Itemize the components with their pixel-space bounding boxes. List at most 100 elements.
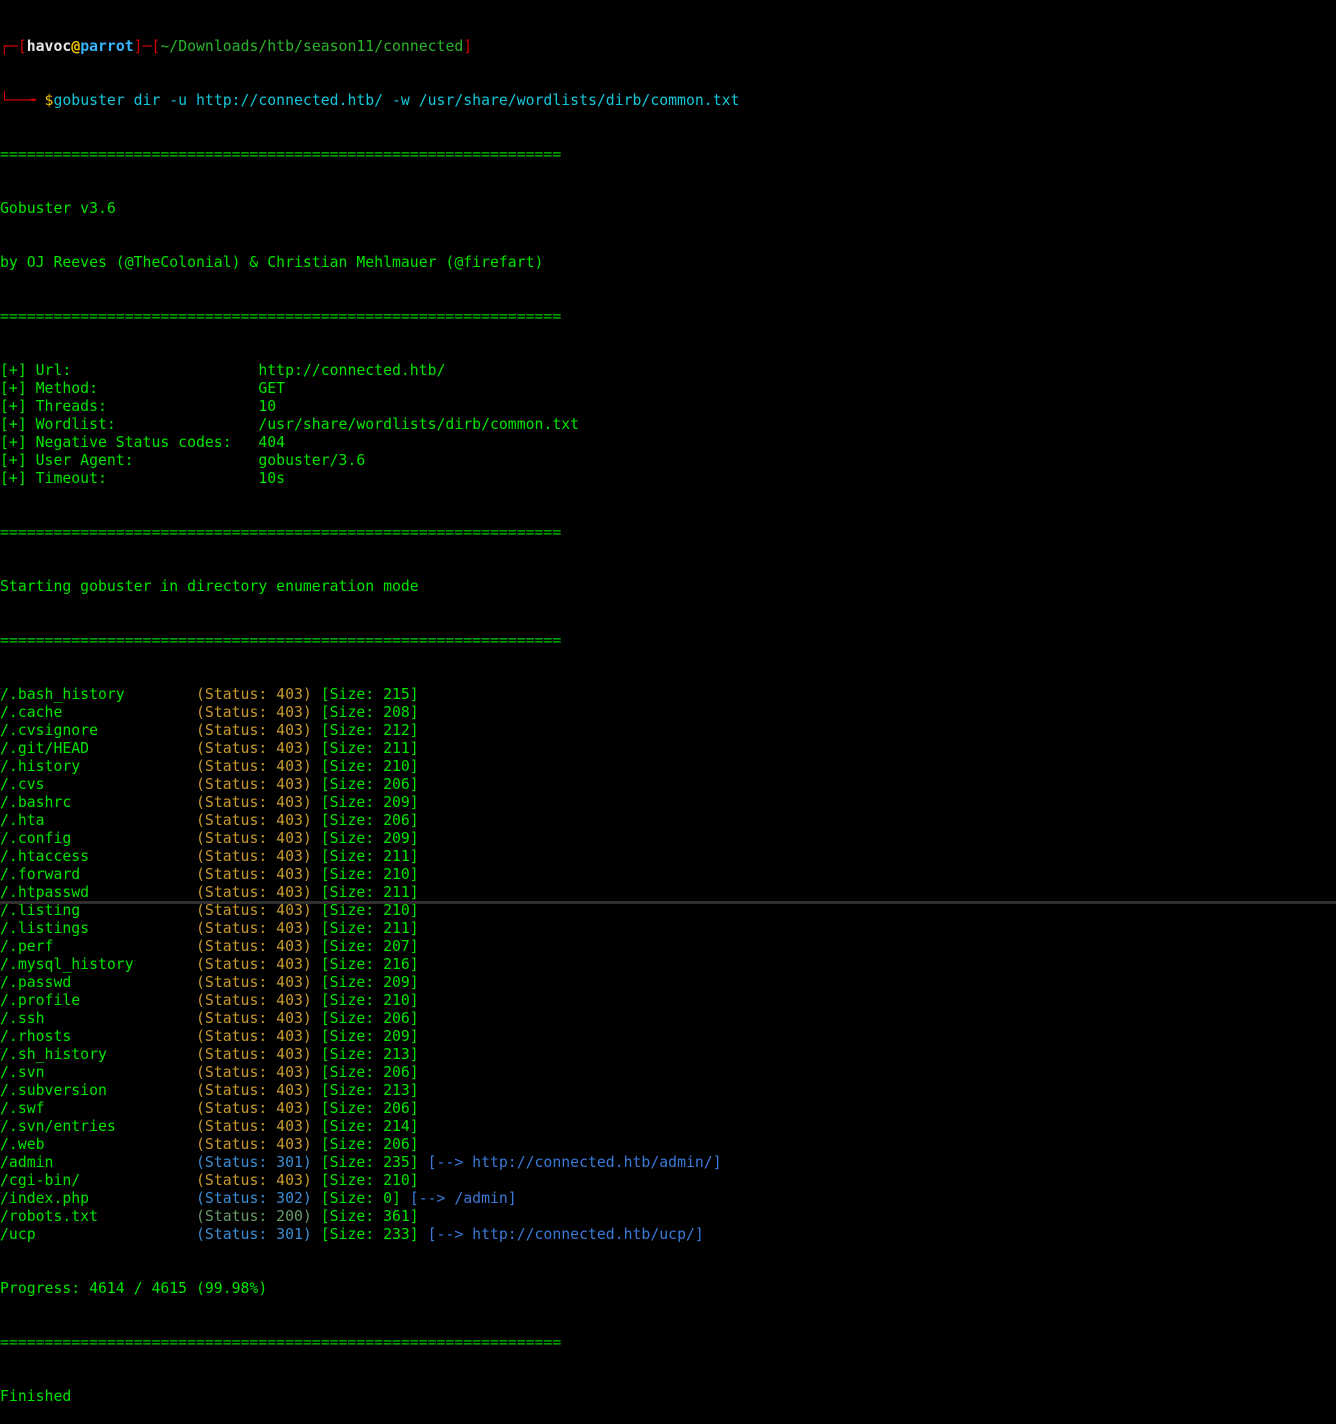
result-status: (Status: 301) <box>196 1226 312 1243</box>
result-status: (Status: 403) <box>196 1028 312 1045</box>
result-size: [Size: 211] <box>311 740 419 757</box>
result-row: /.passwd (Status: 403) [Size: 209] <box>0 974 1336 992</box>
results-block: /.bash_history (Status: 403) [Size: 215]… <box>0 686 1336 1244</box>
result-status: (Status: 403) <box>196 1010 312 1027</box>
config-label: [+] User Agent: <box>0 452 259 469</box>
result-row: /.cache (Status: 403) [Size: 208] <box>0 704 1336 722</box>
result-size: [Size: 212] <box>311 722 419 739</box>
config-line: [+] Timeout: 10s <box>0 470 1336 488</box>
config-label: [+] Url: <box>0 362 259 379</box>
progress-line: Progress: 4614 / 4615 (99.98%) <box>0 1280 268 1297</box>
result-row: /.git/HEAD (Status: 403) [Size: 211] <box>0 740 1336 758</box>
config-line: [+] User Agent: gobuster/3.6 <box>0 452 1336 470</box>
result-status: (Status: 403) <box>196 884 312 901</box>
result-row: /.sh_history (Status: 403) [Size: 213] <box>0 1046 1336 1064</box>
result-path: /ucp <box>0 1226 196 1243</box>
config-value: 10s <box>258 470 286 487</box>
result-status: (Status: 403) <box>196 758 312 775</box>
result-size: [Size: 210] <box>311 758 419 775</box>
result-size: [Size: 206] <box>311 1100 419 1117</box>
result-path: /.svn/entries <box>0 1118 196 1135</box>
result-size: [Size: 209] <box>311 974 419 991</box>
banner-authors: by OJ Reeves (@TheColonial) & Christian … <box>0 254 544 271</box>
result-path: /.cache <box>0 704 196 721</box>
result-size: [Size: 206] <box>311 1136 419 1153</box>
terminal-output[interactable]: ┌─[havoc@parrot]─[~/Downloads/htb/season… <box>0 2 1336 1424</box>
result-row: /admin (Status: 301) [Size: 235] [--> ht… <box>0 1154 1336 1172</box>
result-row: /.bashrc (Status: 403) [Size: 209] <box>0 794 1336 812</box>
config-value: 10 <box>258 398 277 415</box>
result-path: /.web <box>0 1136 196 1153</box>
result-size: [Size: 209] <box>311 830 419 847</box>
command-text: gobuster dir -u http://connected.htb/ -w… <box>53 92 740 109</box>
result-row: /.svn/entries (Status: 403) [Size: 214] <box>0 1118 1336 1136</box>
result-status: (Status: 403) <box>196 1046 312 1063</box>
prompt-line-top: ┌─[havoc@parrot]─[~/Downloads/htb/season… <box>0 38 1336 56</box>
result-status: (Status: 403) <box>196 686 312 703</box>
prompt-corner-bottom: └──╼ <box>0 92 45 109</box>
result-status: (Status: 301) <box>196 1154 312 1171</box>
config-label: [+] Timeout: <box>0 470 259 487</box>
result-row: /.cvsignore (Status: 403) [Size: 212] <box>0 722 1336 740</box>
config-line: [+] Method: GET <box>0 380 1336 398</box>
result-status: (Status: 403) <box>196 1064 312 1081</box>
result-path: /.bashrc <box>0 794 196 811</box>
result-status: (Status: 403) <box>196 938 312 955</box>
result-path: /.passwd <box>0 974 196 991</box>
result-size: [Size: 210] <box>311 1172 419 1189</box>
result-status: (Status: 403) <box>196 1172 312 1189</box>
prompt-user: havoc <box>26 38 72 55</box>
result-size: [Size: 208] <box>311 704 419 721</box>
result-path: /.forward <box>0 866 196 883</box>
result-path: /.config <box>0 830 196 847</box>
result-path: /.subversion <box>0 1082 196 1099</box>
result-size: [Size: 206] <box>311 776 419 793</box>
prompt-at: @ <box>71 38 81 55</box>
result-size: [Size: 211] <box>311 848 419 865</box>
config-value: GET <box>258 380 286 397</box>
result-status: (Status: 403) <box>196 920 312 937</box>
result-path: /.listings <box>0 920 196 937</box>
result-row: /.history (Status: 403) [Size: 210] <box>0 758 1336 776</box>
prompt-host: parrot <box>80 38 134 55</box>
result-status: (Status: 302) <box>196 1190 312 1207</box>
prompt-line-command: └──╼ $gobuster dir -u http://connected.h… <box>0 92 1336 110</box>
result-status: (Status: 403) <box>196 974 312 991</box>
prompt-close: ] <box>463 38 473 55</box>
config-line: [+] Url: http://connected.htb/ <box>0 362 1336 380</box>
result-status: (Status: 403) <box>196 902 312 919</box>
result-row: /.config (Status: 403) [Size: 209] <box>0 830 1336 848</box>
result-path: /.profile <box>0 992 196 1009</box>
result-status: (Status: 403) <box>196 1136 312 1153</box>
result-size: [Size: 207] <box>311 938 419 955</box>
result-status: (Status: 403) <box>196 776 312 793</box>
result-redirect: [--> /admin] <box>400 1190 517 1207</box>
result-row: /.htaccess (Status: 403) [Size: 211] <box>0 848 1336 866</box>
mode-line: Starting gobuster in directory enumerati… <box>0 578 419 595</box>
result-row: /.hta (Status: 403) [Size: 206] <box>0 812 1336 830</box>
result-path: /.bash_history <box>0 686 196 703</box>
prompt-mid: ]─[ <box>133 38 161 55</box>
result-size: [Size: 233] <box>311 1226 419 1243</box>
result-size: [Size: 210] <box>311 866 419 883</box>
result-row: /.perf (Status: 403) [Size: 207] <box>0 938 1336 956</box>
result-row: /.listing (Status: 403) [Size: 210] <box>0 902 1336 920</box>
result-path: /.hta <box>0 812 196 829</box>
config-label: [+] Wordlist: <box>0 416 259 433</box>
result-path: /.cvs <box>0 776 196 793</box>
result-row: /.listings (Status: 403) [Size: 211] <box>0 920 1336 938</box>
result-size: [Size: 0] <box>311 1190 401 1207</box>
result-path: /.cvsignore <box>0 722 196 739</box>
result-row: /.profile (Status: 403) [Size: 210] <box>0 992 1336 1010</box>
result-size: [Size: 216] <box>311 956 419 973</box>
result-row: /robots.txt (Status: 200) [Size: 361] <box>0 1208 1336 1226</box>
result-row: /.forward (Status: 403) [Size: 210] <box>0 866 1336 884</box>
result-path: /.rhosts <box>0 1028 196 1045</box>
config-label: [+] Method: <box>0 380 259 397</box>
result-row: /.web (Status: 403) [Size: 206] <box>0 1136 1336 1154</box>
result-size: [Size: 235] <box>311 1154 419 1171</box>
result-row: /.rhosts (Status: 403) [Size: 209] <box>0 1028 1336 1046</box>
config-value: gobuster/3.6 <box>258 452 366 469</box>
result-size: [Size: 361] <box>311 1208 419 1225</box>
result-row: /.htpasswd (Status: 403) [Size: 211] <box>0 884 1336 902</box>
